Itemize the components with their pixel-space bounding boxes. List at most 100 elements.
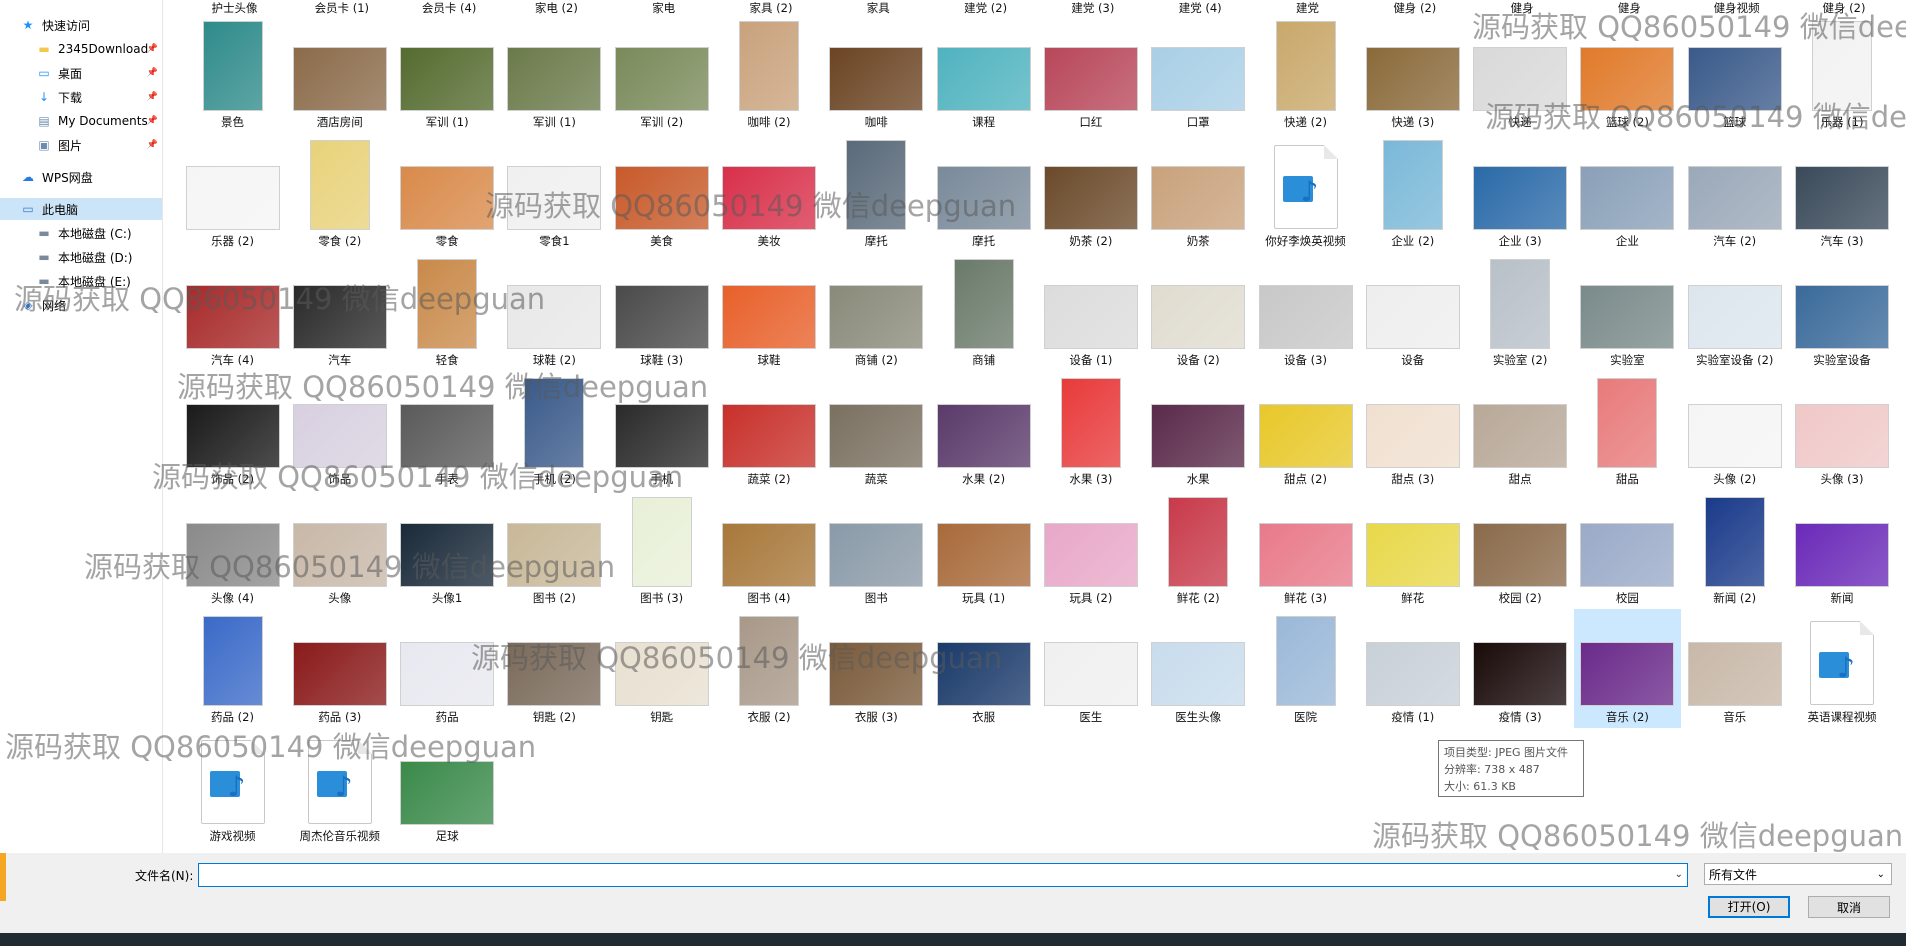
file-label[interactable]: 健身 <box>1576 0 1683 15</box>
image-file-item[interactable]: 药品 (3) <box>286 609 393 728</box>
image-file-item[interactable]: 快递 <box>1467 14 1574 133</box>
image-file-item[interactable]: 鲜花 (3) <box>1252 490 1359 609</box>
nav-item[interactable]: ↓ 下载 📌 <box>0 86 162 108</box>
file-label[interactable]: 健身视频 <box>1683 0 1790 15</box>
image-file-item[interactable]: 酒店房间 <box>286 14 393 133</box>
file-label[interactable]: 建党 (2) <box>932 0 1039 15</box>
image-file-item[interactable]: 音乐 <box>1681 609 1788 728</box>
image-file-item[interactable]: 汽车 <box>286 252 393 371</box>
image-file-item[interactable]: 咖啡 <box>823 14 930 133</box>
image-file-item[interactable]: 图书 (4) <box>716 490 823 609</box>
image-file-item[interactable]: 篮球 (2) <box>1574 14 1681 133</box>
image-file-item[interactable]: 甜点 <box>1467 371 1574 490</box>
image-file-item[interactable]: 企业 (2) <box>1359 133 1466 252</box>
image-file-item[interactable]: 玩具 (2) <box>1037 490 1144 609</box>
image-file-item[interactable]: 水果 <box>1145 371 1252 490</box>
file-label[interactable]: 健身 (2) <box>1361 0 1468 15</box>
image-file-item[interactable]: 蔬菜 (2) <box>716 371 823 490</box>
image-file-item[interactable]: 轻食 <box>394 252 501 371</box>
image-file-item[interactable]: 手机 (2) <box>501 371 608 490</box>
filetype-select[interactable]: 所有文件 ⌄ <box>1704 863 1892 885</box>
image-file-item[interactable]: 水果 (3) <box>1037 371 1144 490</box>
image-file-item[interactable]: 头像 (4) <box>179 490 286 609</box>
file-label[interactable]: 家电 (2) <box>503 0 610 15</box>
filename-input[interactable]: ⌄ <box>198 863 1688 887</box>
nav-item[interactable]: ▭ 此电脑 <box>0 198 162 220</box>
image-file-item[interactable]: 课程 <box>930 14 1037 133</box>
navigation-pane[interactable]: ★ 快速访问 ▬ 2345Download 📌 ▭ 桌面 📌 ↓ 下载 📌 ▤ My Documents… <box>0 0 163 853</box>
image-file-item[interactable]: 医院 <box>1252 609 1359 728</box>
image-file-item[interactable]: 篮球 <box>1681 14 1788 133</box>
image-file-item[interactable]: 饰品 <box>286 371 393 490</box>
image-file-item[interactable]: 商铺 <box>930 252 1037 371</box>
image-file-item[interactable]: 头像 (2) <box>1681 371 1788 490</box>
image-file-item[interactable]: 甜品 <box>1574 371 1681 490</box>
file-label[interactable]: 会员卡 (1) <box>288 0 395 15</box>
video-file-item[interactable]: ♪ 游戏视频 <box>179 728 286 847</box>
image-file-item[interactable]: 玩具 (1) <box>930 490 1037 609</box>
image-file-item[interactable]: 手表 <box>394 371 501 490</box>
video-file-item[interactable]: ♪ 周杰伦音乐视频 <box>286 728 393 847</box>
image-file-item[interactable]: 设备 (2) <box>1145 252 1252 371</box>
nav-item[interactable]: ☁ WPS网盘 <box>0 166 162 188</box>
image-file-item[interactable]: 甜点 (3) <box>1359 371 1466 490</box>
image-file-item[interactable]: 衣服 <box>930 609 1037 728</box>
image-file-item[interactable]: 药品 <box>394 609 501 728</box>
image-file-item[interactable]: 美食 <box>608 133 715 252</box>
nav-item[interactable]: ★ 快速访问 <box>0 14 162 36</box>
image-file-item[interactable]: 球鞋 (3) <box>608 252 715 371</box>
file-label[interactable]: 会员卡 (4) <box>396 0 503 15</box>
image-file-item[interactable]: 校园 (2) <box>1467 490 1574 609</box>
image-file-item[interactable]: 实验室设备 (2) <box>1681 252 1788 371</box>
nav-item[interactable]: ◈ 网络 <box>0 294 162 316</box>
file-label[interactable]: 健身 <box>1469 0 1576 15</box>
image-file-item[interactable]: 蔬菜 <box>823 371 930 490</box>
image-file-item[interactable]: 实验室 <box>1574 252 1681 371</box>
video-file-item[interactable]: ♪ 你好李焕英视频 <box>1252 133 1359 252</box>
image-file-item[interactable]: 医生 <box>1037 609 1144 728</box>
image-file-item[interactable]: 企业 (3) <box>1467 133 1574 252</box>
file-label[interactable]: 建党 (3) <box>1039 0 1146 15</box>
image-file-item[interactable]: 口红 <box>1037 14 1144 133</box>
image-file-item[interactable]: 设备 <box>1359 252 1466 371</box>
file-label[interactable]: 建党 (4) <box>1147 0 1254 15</box>
nav-item[interactable]: ▬ 本地磁盘 (E:) <box>0 270 162 292</box>
image-file-item[interactable]: 头像 (3) <box>1789 371 1896 490</box>
image-file-item[interactable]: 乐器 (2) <box>179 133 286 252</box>
file-label[interactable]: 健身 (2) <box>1791 0 1898 15</box>
file-label[interactable]: 建党 <box>1254 0 1361 15</box>
image-file-item[interactable]: 汽车 (3) <box>1789 133 1896 252</box>
image-file-item[interactable]: 球鞋 (2) <box>501 252 608 371</box>
image-file-item[interactable]: 头像 <box>286 490 393 609</box>
image-file-item[interactable]: 新闻 <box>1789 490 1896 609</box>
cancel-button[interactable]: 取消 <box>1808 896 1890 918</box>
image-file-item[interactable]: 图书 <box>823 490 930 609</box>
image-file-item[interactable]: 鲜花 (2) <box>1145 490 1252 609</box>
image-file-item[interactable]: 军训 (1) <box>394 14 501 133</box>
image-file-item[interactable]: 手机 <box>608 371 715 490</box>
image-file-item[interactable]: 零食 <box>394 133 501 252</box>
nav-item[interactable]: ▭ 桌面 📌 <box>0 62 162 84</box>
file-grid[interactable]: 护士头像 会员卡 (1) 会员卡 (4) 家电 (2) 家电 家具 (2) 家具 建党 (2)… <box>163 0 1906 853</box>
video-file-item[interactable]: ♪ 英语课程视频 <box>1789 609 1896 728</box>
image-file-item[interactable]: 医生头像 <box>1145 609 1252 728</box>
image-file-item[interactable]: 钥匙 <box>608 609 715 728</box>
image-file-item[interactable]: 水果 (2) <box>930 371 1037 490</box>
open-button[interactable]: 打开(O) <box>1708 896 1790 918</box>
image-file-item[interactable]: 衣服 (2) <box>716 609 823 728</box>
image-file-item[interactable]: 汽车 (2) <box>1681 133 1788 252</box>
image-file-item[interactable]: 钥匙 (2) <box>501 609 608 728</box>
image-file-item[interactable]: 汽车 (4) <box>179 252 286 371</box>
image-file-item[interactable]: 鲜花 <box>1359 490 1466 609</box>
image-file-item[interactable]: 摩托 <box>930 133 1037 252</box>
image-file-item[interactable]: 饰品 (2) <box>179 371 286 490</box>
image-file-item[interactable]: 药品 (2) <box>179 609 286 728</box>
image-file-item[interactable]: 设备 (3) <box>1252 252 1359 371</box>
image-file-item[interactable]: 实验室 (2) <box>1467 252 1574 371</box>
nav-item[interactable]: ▬ 本地磁盘 (D:) <box>0 246 162 268</box>
image-file-item[interactable]: 设备 (1) <box>1037 252 1144 371</box>
image-file-item[interactable]: 快递 (3) <box>1359 14 1466 133</box>
nav-item[interactable]: ▣ 图片 📌 <box>0 134 162 156</box>
file-label[interactable]: 家具 <box>825 0 932 15</box>
image-file-item[interactable]: 甜点 (2) <box>1252 371 1359 490</box>
